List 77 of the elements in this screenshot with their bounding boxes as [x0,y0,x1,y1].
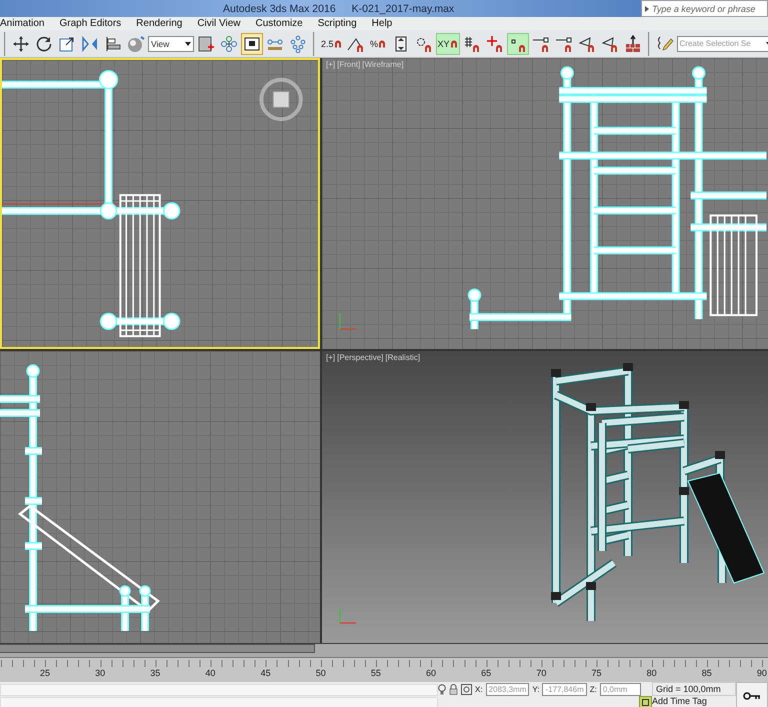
view-dropdown[interactable]: View [148,36,194,52]
menu-item[interactable]: Graph Editors [59,18,130,29]
magnet-icon [379,40,386,47]
frame-icon [197,34,215,52]
z-label: Z: [590,684,597,694]
menu-item[interactable]: Civil View [197,18,250,29]
snap-toggle-button[interactable]: XY [436,32,460,54]
menu-item[interactable]: Rendering [136,18,192,29]
frame-number: 85 [702,668,712,678]
frame-number: 25 [40,668,50,678]
key-button[interactable] [736,682,768,707]
frame-number: 45 [260,668,271,678]
y-label: Y: [532,684,540,694]
lock-icon[interactable] [449,684,458,694]
snap-toggle-button[interactable]: 2.5 [319,32,344,54]
viewcube-icon[interactable] [259,78,303,122]
nodes-icon [289,34,307,52]
sphere-icon [127,34,145,52]
frame-number: 40 [205,668,216,678]
magnet-icon [450,40,457,47]
viewport[interactable] [0,58,320,349]
key-icon [743,692,761,700]
frame-number: 50 [316,668,326,678]
add-time-tag-button[interactable]: Add Time Tag [652,696,736,706]
viewport-label[interactable]: [Perspective] [337,353,384,362]
frame-number: 30 [95,668,106,678]
menu-item[interactable]: Help [372,18,402,29]
pencil-icon [656,34,674,52]
frame-number: 75 [592,668,602,678]
viewport[interactable]: [+] [Perspective] [Realistic] [322,351,768,643]
script-field[interactable] [0,684,438,696]
magnet-icon [518,44,525,52]
time-tag-icon[interactable] [639,696,652,707]
axis-tripod-icon [340,606,356,624]
pivot-icon [220,34,238,52]
target-icon[interactable] [461,684,472,694]
move-icon [12,34,30,52]
search-field[interactable]: Type a keyword or phrase [641,0,768,17]
manipulate-icon [243,34,261,52]
menu-item[interactable]: Animation [0,18,54,29]
menu-item[interactable]: Scripting [318,18,366,29]
magnet-icon [588,44,594,52]
align-icon [104,34,122,52]
menu-item[interactable]: Customize [256,18,312,29]
frame-number: 90 [756,668,767,678]
scale-icon [58,34,76,52]
magnet-icon [472,44,479,52]
timeline-ruler[interactable]: 25 30 35 40 45 50 55 60 65 70 75 80 85 90 [0,658,768,682]
magnet-icon [424,44,431,52]
time-slider-thumb[interactable] [0,644,315,653]
frame-number: 55 [370,668,381,678]
bulb-icon[interactable] [438,684,446,694]
snap-toggle-button[interactable]: % [368,32,389,54]
magnet-icon [564,44,571,52]
viewport-label[interactable]: [Realistic] [385,353,420,362]
magnet-icon [496,44,502,52]
viewport[interactable] [0,351,320,643]
grid-size-readout: Grid = 100,0mm [652,682,736,696]
brick-icon [624,34,642,52]
frame-number: 35 [150,668,160,678]
expand-icon[interactable] [645,6,649,12]
magnet-icon [610,44,617,52]
viewport-label[interactable]: [+] [326,353,336,362]
frame-number: 80 [646,668,657,678]
axis-tripod-icon [339,312,356,330]
frame-number: 60 [426,668,436,678]
rotate-icon [35,34,53,52]
magnet-icon [356,44,363,52]
frame-number: 70 [536,668,546,678]
manipulate-button[interactable] [241,32,263,54]
magnet-icon [542,44,548,52]
window-title: Autodesk 3ds Max 2016 [223,2,336,14]
magnet-icon [334,40,341,47]
file-name: K-021_2017-may.max [352,2,454,14]
mirror-icon [81,34,99,52]
frame-number: 65 [481,668,492,678]
x-label: X: [475,684,483,694]
